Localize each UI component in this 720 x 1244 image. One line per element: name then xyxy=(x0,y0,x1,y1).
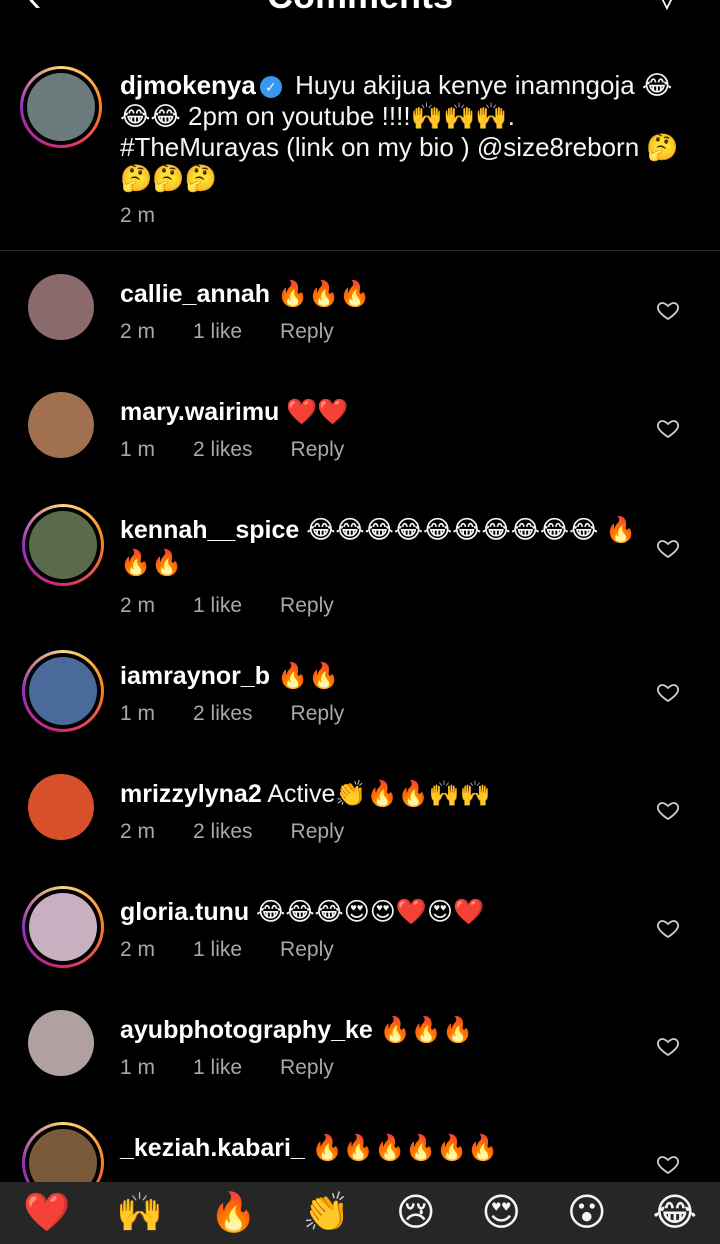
caption-username[interactable]: djmokenya xyxy=(120,70,256,100)
like-heart-icon[interactable] xyxy=(656,1034,680,1058)
comment-time: 1 m xyxy=(120,1056,156,1079)
reply-button[interactable]: Reply xyxy=(280,938,334,962)
verified-badge-icon: ✓ xyxy=(259,76,282,99)
comment-time: 1 m xyxy=(120,702,156,725)
avatar xyxy=(27,73,95,141)
emoji-reaction-icon[interactable]: 😍 xyxy=(482,1194,522,1232)
likes-count[interactable]: 1 like xyxy=(193,938,242,962)
avatar-ring[interactable] xyxy=(22,504,104,586)
comment-text-block: iamraynor_b 🔥🔥 xyxy=(120,660,640,693)
likes-count[interactable]: 2 likes xyxy=(193,438,253,462)
comment-username[interactable]: mrizzylyna2 xyxy=(120,780,262,808)
comment-time: 2 m xyxy=(120,938,156,961)
emoji-reaction-icon[interactable]: ❤️ xyxy=(23,1194,70,1232)
avatar[interactable] xyxy=(28,774,94,840)
comment-text-block: _keziah.kabari_ 🔥🔥🔥🔥🔥🔥 xyxy=(120,1132,640,1165)
comment-body: Active👏🔥🔥🙌🙌 xyxy=(261,780,492,808)
caption-time: 2 m xyxy=(120,204,156,227)
like-heart-icon[interactable] xyxy=(656,916,680,940)
likes-count[interactable]: 2 likes xyxy=(193,820,253,844)
likes-count[interactable]: 1 like xyxy=(193,1056,242,1080)
comment-meta: 1 m 2 likes Reply xyxy=(120,702,344,726)
comment-username[interactable]: kennah__spice xyxy=(120,516,299,544)
avatar xyxy=(29,657,97,725)
likes-count[interactable]: 2 likes xyxy=(193,702,253,726)
avatar-ring[interactable] xyxy=(22,886,104,968)
avatar xyxy=(29,893,97,961)
comment-meta: 1 m 1 like Reply xyxy=(120,1056,334,1080)
reply-button[interactable]: Reply xyxy=(291,820,345,844)
like-heart-icon[interactable] xyxy=(656,298,680,322)
comment-meta: 2 m 1 like Reply xyxy=(120,938,334,962)
caption-avatar-ring[interactable] xyxy=(20,66,102,148)
comment-meta: 1 m 2 likes Reply xyxy=(120,438,344,462)
emoji-quick-bar: ❤️ 🙌 🔥 👏 😢 😍 😮 😂 xyxy=(0,1182,720,1244)
like-heart-icon[interactable] xyxy=(656,536,680,560)
top-bar: ‹ Comments ▽ xyxy=(0,0,720,18)
emoji-reaction-icon[interactable]: 🔥 xyxy=(209,1194,256,1232)
comment-time: 2 m xyxy=(120,320,156,343)
comment-meta: 2 m 1 like Reply xyxy=(120,320,334,344)
emoji-reaction-icon[interactable]: 😢 xyxy=(396,1194,436,1232)
comment-text-block: ayubphotography_ke 🔥🔥🔥 xyxy=(120,1014,640,1047)
like-heart-icon[interactable] xyxy=(656,680,680,704)
avatar[interactable] xyxy=(28,274,94,340)
comment-username[interactable]: iamraynor_b xyxy=(120,662,270,690)
comment-time: 1 m xyxy=(120,438,156,461)
comment-body: 🔥🔥🔥 xyxy=(270,280,371,308)
comment-username[interactable]: gloria.tunu xyxy=(120,898,249,926)
like-heart-icon[interactable] xyxy=(656,798,680,822)
comment-text-block: gloria.tunu 😂😂😂😍😍❤️😍❤️ xyxy=(120,896,640,929)
comment-text-block: mrizzylyna2 Active👏🔥🔥🙌🙌 xyxy=(120,778,640,811)
reply-button[interactable]: Reply xyxy=(280,320,334,344)
comment-username[interactable]: mary.wairimu xyxy=(120,398,279,426)
emoji-reaction-icon[interactable]: 😂 xyxy=(653,1194,697,1232)
avatar-ring[interactable] xyxy=(22,650,104,732)
likes-count[interactable]: 1 like xyxy=(193,594,242,618)
avatar xyxy=(29,511,97,579)
post-caption: djmokenya ✓ Huyu akijua kenye inamngoja 😂… xyxy=(0,62,720,251)
avatar[interactable] xyxy=(28,392,94,458)
like-heart-icon[interactable] xyxy=(656,1152,680,1176)
reply-button[interactable]: Reply xyxy=(280,594,334,618)
comment-meta: 2 m 1 like Reply xyxy=(120,594,334,618)
comment-text-block: mary.wairimu ❤️❤️ xyxy=(120,396,640,429)
comment-body: ❤️❤️ xyxy=(279,398,349,426)
emoji-reaction-icon[interactable]: 🙌 xyxy=(116,1194,163,1232)
comment-body: 😂😂😂😍😍❤️😍❤️ xyxy=(249,898,485,926)
emoji-reaction-icon[interactable]: 👏 xyxy=(303,1194,350,1232)
comment-meta: 2 m 2 likes Reply xyxy=(120,820,344,844)
comment-text-block: kennah__spice 😂😂😂😂😂😂😂😂😂😂 🔥🔥🔥 xyxy=(120,514,640,580)
emoji-reaction-icon[interactable]: 😮 xyxy=(567,1194,607,1232)
comment-username[interactable]: callie_annah xyxy=(120,280,270,308)
send-icon[interactable]: ▽ xyxy=(654,0,680,12)
reply-button[interactable]: Reply xyxy=(291,438,345,462)
comment-body: 🔥🔥🔥🔥🔥🔥 xyxy=(304,1134,499,1162)
comment-body: 🔥🔥 xyxy=(270,662,340,690)
comment-username[interactable]: _keziah.kabari_ xyxy=(120,1134,305,1162)
like-heart-icon[interactable] xyxy=(656,416,680,440)
comment-text-block: callie_annah 🔥🔥🔥 xyxy=(120,278,640,311)
reply-button[interactable]: Reply xyxy=(280,1056,334,1080)
comment-time: 2 m xyxy=(120,594,156,617)
avatar[interactable] xyxy=(28,1010,94,1076)
comment-time: 2 m xyxy=(120,820,156,843)
comment-body: 🔥🔥🔥 xyxy=(372,1016,474,1044)
likes-count[interactable]: 1 like xyxy=(193,320,242,344)
page-title: Comments xyxy=(0,0,720,14)
comment-username[interactable]: ayubphotography_ke xyxy=(120,1016,373,1044)
reply-button[interactable]: Reply xyxy=(291,702,345,726)
